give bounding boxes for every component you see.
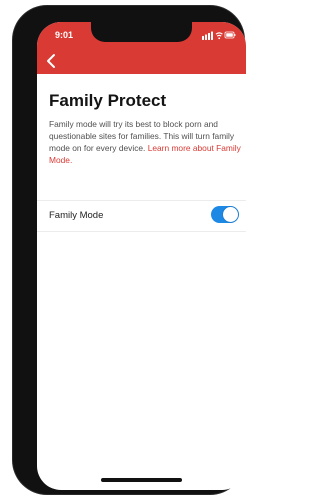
page-content: Family Protect Family mode will try its … <box>49 91 241 165</box>
page-description: Family mode will try its best to block p… <box>49 118 241 166</box>
status-time: 9:01 <box>55 30 74 40</box>
device-notch <box>91 22 192 42</box>
phone-frame: 9:01 Family Protect Family mode will try… <box>13 6 246 494</box>
wifi-icon <box>215 32 223 40</box>
app-screen: 9:01 Family Protect Family mode will try… <box>37 22 246 490</box>
toggle-knob <box>223 207 238 222</box>
app-header: 9:01 <box>37 22 246 74</box>
home-indicator <box>101 478 182 482</box>
family-mode-row: Family Mode <box>37 200 246 232</box>
battery-icon <box>224 31 236 39</box>
signal-icon <box>202 31 213 40</box>
family-mode-label: Family Mode <box>49 210 104 221</box>
status-icons <box>202 31 236 40</box>
back-button[interactable] <box>43 52 61 70</box>
family-mode-toggle[interactable] <box>211 206 239 223</box>
chevron-left-icon <box>47 54 55 68</box>
page-title: Family Protect <box>49 91 167 110</box>
